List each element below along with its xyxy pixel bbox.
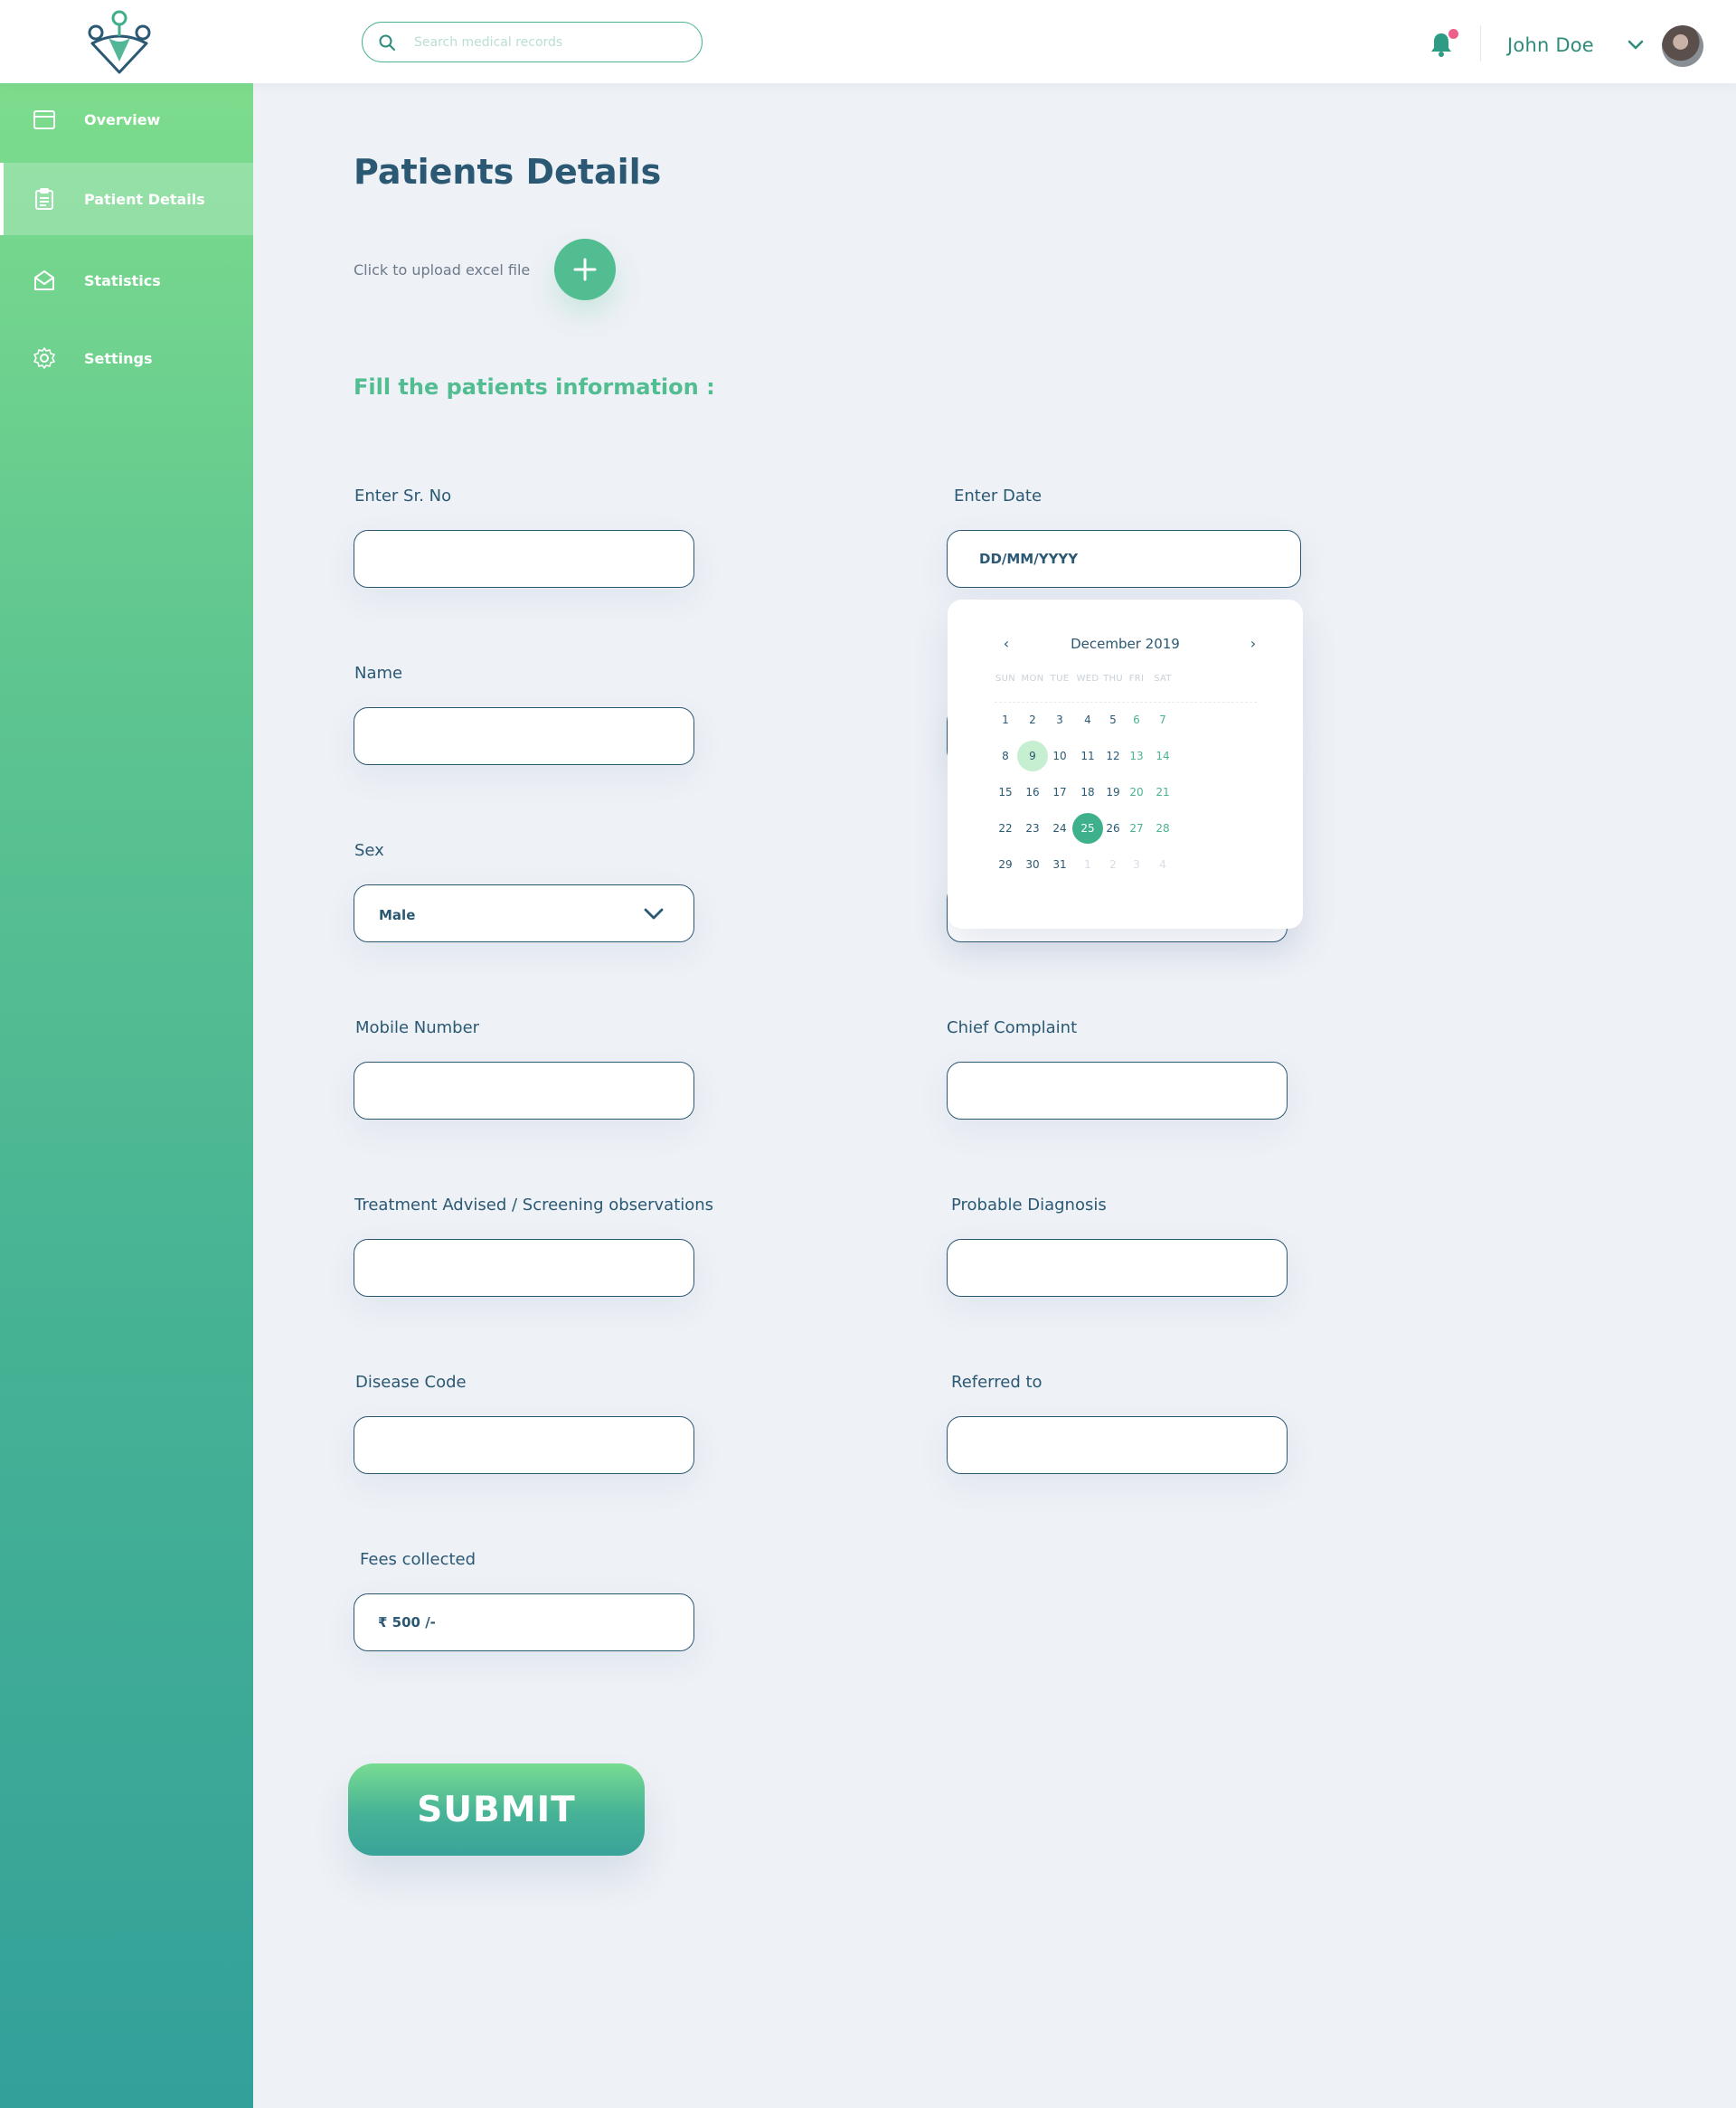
calendar-day[interactable]: 30: [1017, 849, 1048, 880]
calendar-day[interactable]: 21: [1147, 777, 1178, 808]
calendar-day[interactable]: 17: [1044, 777, 1075, 808]
calendar-day[interactable]: 8: [990, 741, 1021, 771]
sex-label: Sex: [354, 841, 384, 860]
calendar-day[interactable]: 23: [1017, 813, 1048, 844]
treatment-label: Treatment Advised / Screening observatio…: [354, 1196, 714, 1215]
calendar-day[interactable]: 31: [1044, 849, 1075, 880]
chief-complaint-field: [947, 1062, 1288, 1120]
sidebar-item-overview[interactable]: Overview: [0, 83, 253, 156]
calendar-divider: [995, 702, 1257, 703]
diagnosis-field: [947, 1239, 1288, 1297]
date-field: [947, 530, 1301, 588]
clipboard-icon: [33, 187, 56, 211]
calendar-day: 4: [1159, 858, 1166, 871]
calendar-day[interactable]: 16: [1017, 777, 1048, 808]
referred-to-input[interactable]: [948, 1417, 1287, 1473]
sr-no-label: Enter Sr. No: [354, 487, 452, 506]
fees-label: Fees collected: [360, 1550, 476, 1569]
date-label: Enter Date: [954, 487, 1043, 506]
calendar-next-button[interactable]: ›: [1242, 632, 1264, 654]
calendar-day[interactable]: 14: [1147, 741, 1178, 771]
sidebar-item-label: Patient Details: [84, 190, 205, 208]
calendar-day[interactable]: 15: [990, 777, 1021, 808]
header-divider: [1480, 25, 1481, 61]
calendar-day[interactable]: 10: [1044, 741, 1075, 771]
avatar[interactable]: [1662, 25, 1703, 67]
sr-no-field: [354, 530, 694, 588]
name-field: [354, 707, 694, 765]
mobile-input[interactable]: [354, 1063, 693, 1119]
sex-select-value: Male: [379, 907, 416, 923]
name-input[interactable]: [354, 708, 693, 764]
calendar-weekday-label: SUN: [995, 674, 1016, 684]
fees-input[interactable]: [354, 1594, 693, 1650]
chief-complaint-input[interactable]: [948, 1063, 1287, 1119]
calendar-weekday-label: MON: [1021, 674, 1044, 684]
calendar-day[interactable]: 1: [990, 704, 1021, 735]
disease-code-field: [354, 1416, 694, 1474]
diagnosis-label: Probable Diagnosis: [951, 1196, 1107, 1215]
treatment-input[interactable]: [354, 1240, 693, 1296]
notification-bell-icon[interactable]: [1429, 29, 1458, 60]
calendar-day[interactable]: 2: [1017, 704, 1048, 735]
upload-excel-button[interactable]: [554, 239, 616, 300]
calendar-icon: [33, 108, 56, 131]
sidebar-item-label: Overview: [84, 110, 161, 128]
sex-select[interactable]: Male: [354, 884, 694, 942]
gear-icon: [33, 346, 56, 370]
mobile-label: Mobile Number: [355, 1018, 480, 1037]
disease-code-input[interactable]: [354, 1417, 693, 1473]
sidebar-item-label: Settings: [84, 349, 153, 367]
sidebar-item-statistics[interactable]: Statistics: [0, 244, 253, 317]
form-section-title: Fill the patients information :: [354, 374, 715, 400]
chevron-down-icon[interactable]: [1626, 38, 1646, 51]
search-icon: [376, 32, 398, 53]
fees-field: [354, 1593, 694, 1651]
sidebar-item-label: Statistics: [84, 271, 161, 289]
page-title: Patients Details: [354, 152, 662, 192]
mobile-field: [354, 1062, 694, 1120]
search-bar[interactable]: [362, 22, 703, 62]
referred-to-field: [947, 1416, 1288, 1474]
plus-icon: [573, 258, 597, 281]
referred-to-label: Referred to: [951, 1373, 1043, 1392]
upload-label: Click to upload excel file: [354, 261, 531, 279]
diagnosis-input[interactable]: [948, 1240, 1287, 1296]
disease-code-label: Disease Code: [355, 1373, 467, 1392]
notification-dot: [1448, 29, 1458, 39]
calendar-day[interactable]: 24: [1044, 813, 1075, 844]
calendar-weekday-label: SAT: [1154, 674, 1172, 684]
calendar-day[interactable]: 22: [990, 813, 1021, 844]
submit-button[interactable]: SUBMIT: [348, 1763, 645, 1856]
sr-no-input[interactable]: [354, 531, 693, 587]
top-header: John Doe: [0, 0, 1736, 83]
search-input[interactable]: [414, 34, 685, 50]
sidebar-item-patient-details[interactable]: Patient Details: [0, 163, 253, 235]
calendar-day[interactable]: 29: [990, 849, 1021, 880]
sidebar: Overview Patient Details Statistics Sett…: [0, 83, 253, 2108]
treatment-field: [354, 1239, 694, 1297]
chevron-down-icon: [643, 907, 665, 922]
calendar-day[interactable]: 28: [1147, 813, 1178, 844]
date-picker-calendar: ‹ December 2019 › SUN MON TUE WED THU FRI SAT …: [948, 600, 1303, 929]
calendar-weekday-label: TUE: [1050, 674, 1070, 684]
calendar-day[interactable]: 3: [1044, 704, 1075, 735]
envelope-icon: [33, 269, 56, 292]
sidebar-item-settings[interactable]: Settings: [0, 322, 253, 394]
calendar-day[interactable]: 9: [1017, 741, 1048, 771]
user-name[interactable]: John Doe: [1507, 34, 1594, 56]
date-input[interactable]: [948, 531, 1300, 587]
chief-complaint-label: Chief Complaint: [947, 1018, 1078, 1037]
calendar-day[interactable]: 7: [1147, 704, 1178, 735]
app-logo[interactable]: [83, 9, 156, 74]
name-label: Name: [354, 664, 403, 683]
